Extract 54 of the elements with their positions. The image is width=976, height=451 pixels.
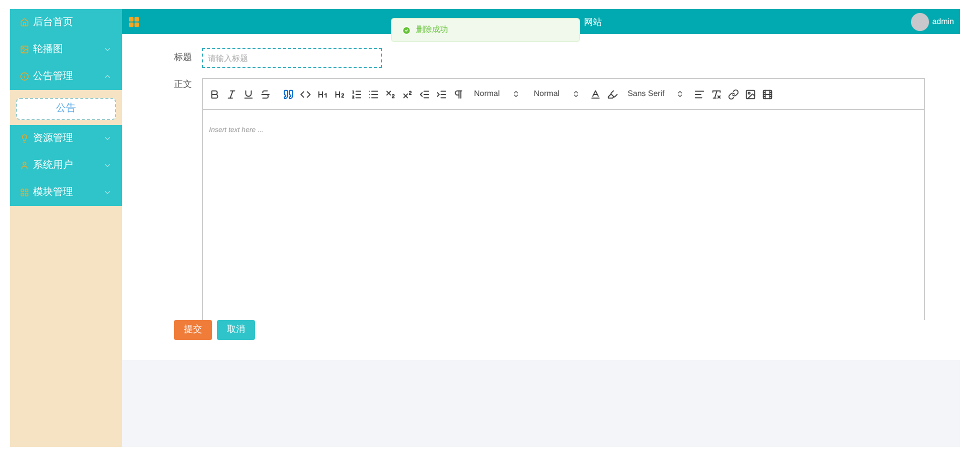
format-select[interactable]: Sans Serif (624, 88, 688, 100)
italic-icon[interactable] (226, 88, 237, 100)
underline-icon[interactable] (243, 88, 254, 100)
sidebar-item[interactable]: 公告管理 (10, 63, 122, 90)
username[interactable]: admin (932, 16, 954, 28)
heading-one-icon[interactable] (317, 88, 328, 100)
sidebar-item[interactable]: 资源管理 (10, 124, 122, 152)
align-icon[interactable] (694, 88, 706, 100)
submit-button[interactable]: 提交 (174, 320, 212, 340)
outdent-icon[interactable] (419, 88, 430, 100)
check-icon (402, 26, 411, 34)
site-title: 网站 (584, 16, 602, 29)
text-color-icon[interactable] (590, 88, 601, 100)
sidebar-label: 公告管理 (33, 70, 74, 84)
updown-icon (676, 90, 684, 98)
highlight-icon[interactable] (606, 88, 618, 100)
toast-message: 删除成功 (416, 24, 448, 36)
home-icon (20, 18, 29, 27)
title-input[interactable]: 请输入标题 (202, 48, 382, 68)
sidebar-item[interactable]: 模块管理 (10, 178, 122, 206)
updown-icon (572, 90, 580, 98)
strikethrough-icon[interactable] (260, 88, 271, 100)
sidebar-item[interactable]: 轮播图 (10, 36, 122, 63)
bullet-list-icon[interactable] (368, 88, 379, 100)
quote-icon[interactable] (283, 88, 294, 100)
pilcrow-icon[interactable] (453, 88, 464, 100)
sidebar-label: 模块管理 (33, 186, 74, 200)
info-icon (20, 72, 29, 81)
user-icon (20, 160, 29, 170)
superscript-icon[interactable] (402, 88, 413, 100)
indent-icon[interactable] (436, 88, 447, 100)
updown-icon (512, 90, 520, 98)
sidebar-label: 系统用户 (33, 158, 74, 172)
sidebar-item[interactable]: 系统用户 (10, 152, 122, 178)
film-icon[interactable] (762, 88, 774, 100)
format-select[interactable]: Normal (530, 88, 584, 100)
subscript-icon[interactable] (385, 88, 396, 100)
cancel-button[interactable]: 取消 (217, 320, 255, 340)
sidebar-item[interactable]: 后台首页 (10, 9, 122, 36)
lightbulb-icon (20, 134, 29, 142)
sidebar-label: 后台首页 (33, 16, 74, 30)
submenu-item[interactable]: 公告 (16, 98, 116, 120)
heading-two-icon[interactable] (334, 88, 345, 100)
code-icon[interactable] (300, 88, 311, 100)
format-select[interactable]: Normal (470, 88, 524, 100)
ordered-list-icon[interactable] (351, 88, 362, 100)
sidebar-label: 轮播图 (33, 42, 64, 57)
sidebar-label: 资源管理 (33, 132, 74, 146)
image-icon[interactable] (745, 88, 756, 100)
grid-icon (20, 188, 29, 196)
image-icon (20, 45, 29, 54)
bold-icon[interactable] (209, 88, 220, 100)
link-icon[interactable] (728, 88, 740, 100)
clear-format-icon[interactable] (711, 88, 722, 100)
